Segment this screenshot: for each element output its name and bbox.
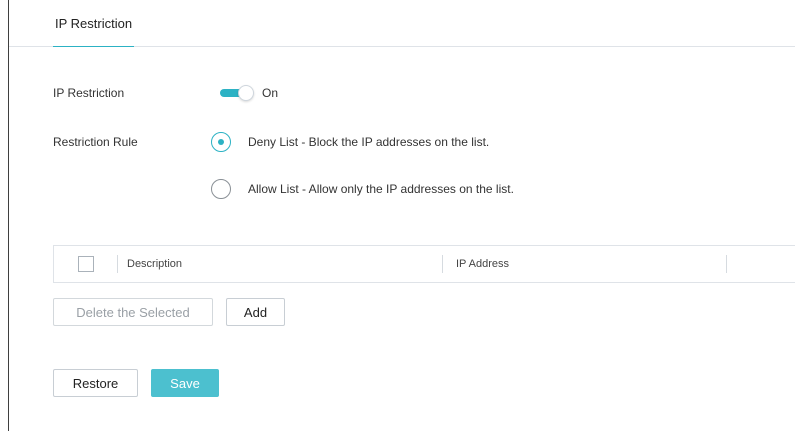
ip-restriction-label: IP Restriction	[53, 86, 125, 100]
toggle-knob	[238, 85, 254, 101]
select-all-checkbox[interactable]	[78, 256, 94, 272]
deny-list-label[interactable]: Deny List - Block the IP addresses on th…	[248, 135, 489, 149]
tab-bar: IP Restriction	[9, 0, 795, 47]
tab-ip-restriction[interactable]: IP Restriction	[53, 16, 135, 47]
add-button[interactable]: Add	[226, 298, 285, 326]
ip-restriction-toggle[interactable]	[220, 84, 256, 102]
column-header-ip-address: IP Address	[456, 258, 509, 270]
column-divider	[117, 255, 118, 273]
restore-button[interactable]: Restore	[53, 369, 138, 397]
delete-selected-button[interactable]: Delete the Selected	[53, 298, 213, 326]
ip-list-table: Description IP Address	[53, 245, 795, 283]
column-divider	[726, 255, 727, 273]
save-button[interactable]: Save	[151, 369, 219, 397]
column-header-description: Description	[127, 258, 183, 270]
deny-list-radio[interactable]	[211, 132, 231, 152]
column-divider	[442, 255, 443, 273]
toggle-state-label: On	[262, 86, 279, 100]
allow-list-label[interactable]: Allow List - Allow only the IP addresses…	[248, 182, 514, 196]
allow-list-radio[interactable]	[211, 179, 231, 199]
restriction-rule-label: Restriction Rule	[53, 135, 138, 149]
settings-panel: IP Restriction IP Restriction On Restric…	[8, 0, 795, 431]
